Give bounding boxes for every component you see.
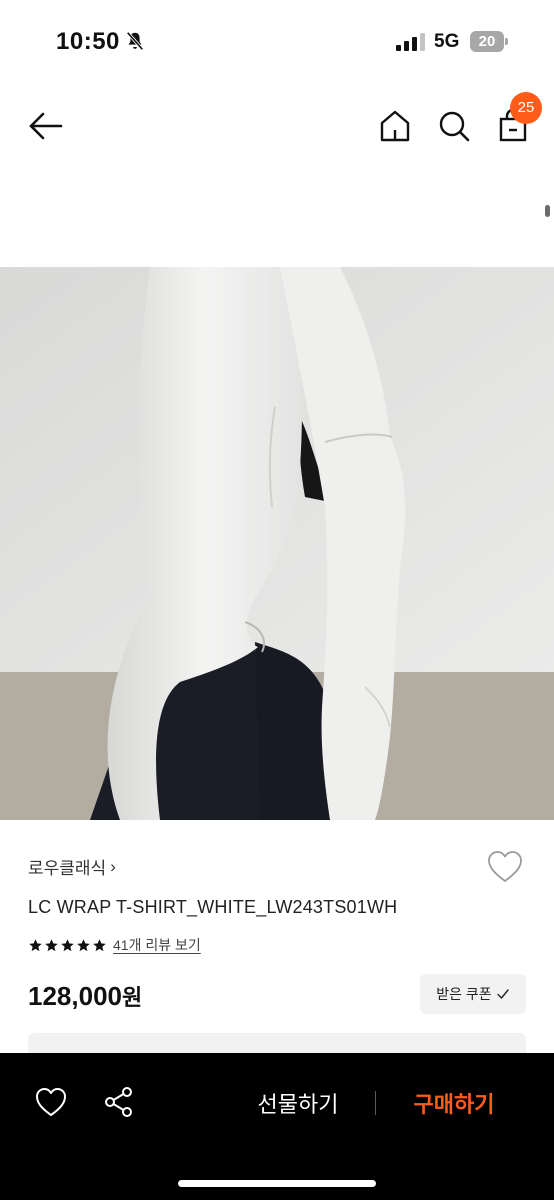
rating-stars xyxy=(28,938,107,953)
price-value: 128,000 xyxy=(28,981,122,1011)
gift-button[interactable]: 선물하기 xyxy=(236,1087,360,1119)
cart-count-badge: 25 xyxy=(510,92,542,124)
buy-button[interactable]: 구매하기 xyxy=(392,1087,516,1119)
battery-level: 20 xyxy=(470,31,504,52)
share-icon[interactable] xyxy=(102,1085,136,1119)
coupon-label: 받은 쿠폰 xyxy=(436,986,492,1002)
back-arrow-icon[interactable] xyxy=(26,108,66,144)
rating-row: 41개 리뷰 보기 xyxy=(28,935,201,955)
received-coupon-button[interactable]: 받은 쿠폰 xyxy=(420,974,526,1014)
wishlist-heart-icon[interactable] xyxy=(34,1086,68,1118)
price-unit: 원 xyxy=(121,985,143,1010)
star-icon xyxy=(93,938,106,951)
home-icon[interactable] xyxy=(377,108,413,144)
network-type: 5G xyxy=(434,31,460,52)
home-indicator[interactable] xyxy=(178,1180,376,1187)
status-bar: 10:50 5G 20 xyxy=(0,0,554,84)
product-image[interactable] xyxy=(0,267,554,820)
status-time: 10:50 xyxy=(56,28,120,55)
bottom-action-bar: 선물하기 구매하기 xyxy=(0,1053,554,1200)
star-icon xyxy=(61,938,74,951)
bell-off-icon xyxy=(126,31,144,51)
scroll-indicator xyxy=(545,205,550,217)
top-navigation xyxy=(0,84,554,174)
star-icon xyxy=(77,938,90,951)
heart-icon[interactable] xyxy=(486,849,524,885)
product-name: LC WRAP T-SHIRT_WHITE_LW243TS01WH xyxy=(28,897,398,917)
battery-tip xyxy=(505,38,508,45)
star-icon xyxy=(45,938,58,951)
brand-link[interactable]: 로우클래식 › xyxy=(28,854,116,879)
battery-icon: 20 xyxy=(470,31,508,52)
star-icon xyxy=(29,938,42,951)
search-icon[interactable] xyxy=(436,108,472,144)
check-icon xyxy=(497,989,509,999)
cellular-signal-icon xyxy=(396,33,425,51)
divider xyxy=(375,1091,376,1115)
product-price: 128,000원 xyxy=(28,980,142,1012)
brand-name: 로우클래식 xyxy=(28,859,107,878)
chevron-right-icon: › xyxy=(110,856,116,876)
product-photo xyxy=(0,267,554,820)
review-link[interactable]: 41개 리뷰 보기 xyxy=(113,935,201,955)
